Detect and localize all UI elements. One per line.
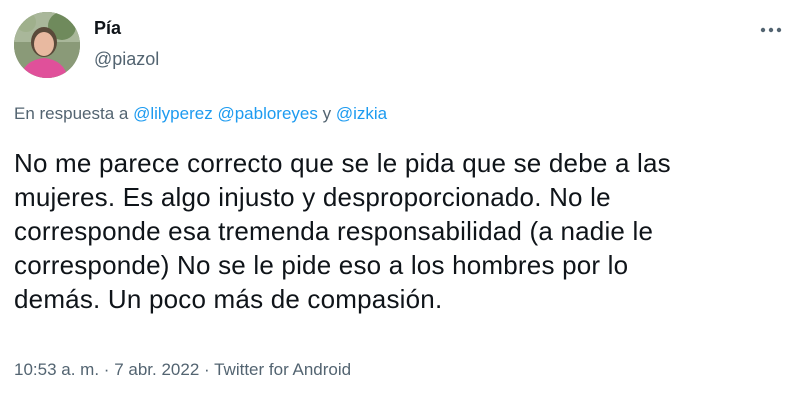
- mention-link[interactable]: @lilyperez: [133, 104, 213, 123]
- author-name[interactable]: Pía: [94, 18, 121, 39]
- tweet-text-line: corresponde) No se le pide eso a los hom…: [14, 250, 629, 280]
- mention-link[interactable]: @pabloreyes: [217, 104, 317, 123]
- tweet-text-line: mujeres. Es algo injusto y desproporcion…: [14, 182, 611, 212]
- reply-prefix: En respuesta a: [14, 104, 129, 123]
- mention-link[interactable]: @izkia: [336, 104, 387, 123]
- more-horizontal-icon: [760, 27, 782, 33]
- tweet-text: No me parece correcto que se le pida que…: [14, 146, 794, 316]
- more-options-button[interactable]: [756, 18, 786, 42]
- tweet-text-line: corresponde esa tremenda responsabilidad…: [14, 216, 654, 246]
- tweet-metadata: 10:53 a. m. · 7 abr. 2022 · Twitter for …: [14, 360, 351, 380]
- reply-context: En respuesta a @lilyperez @pabloreyes y …: [14, 104, 387, 124]
- tweet-date[interactable]: 7 abr. 2022: [114, 360, 199, 379]
- author-handle[interactable]: @piazol: [94, 49, 159, 70]
- meta-separator: ·: [103, 360, 110, 379]
- avatar[interactable]: [14, 12, 80, 78]
- tweet-time[interactable]: 10:53 a. m.: [14, 360, 99, 379]
- tweet-text-line: No me parece correcto que se le pida que…: [14, 148, 671, 178]
- tweet-text-line: demás. Un poco más de compasión.: [14, 284, 443, 314]
- meta-separator: ·: [204, 360, 210, 379]
- reply-connector: y: [322, 104, 332, 123]
- tweet-card: Pía @piazol En respuesta a @lilyperez @p…: [0, 0, 800, 403]
- tweet-source[interactable]: Twitter for Android: [214, 360, 351, 379]
